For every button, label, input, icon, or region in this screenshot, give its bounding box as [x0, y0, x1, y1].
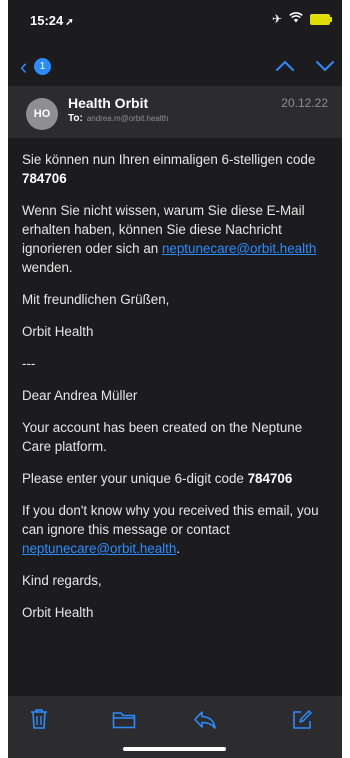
nav-bar: ‹ 1: [8, 52, 342, 82]
trash-icon[interactable]: [30, 708, 48, 730]
en-code: 784706: [247, 471, 293, 486]
compose-icon[interactable]: [291, 709, 313, 731]
email-body: Sie können nun Ihren einmaligen 6-stelli…: [22, 150, 334, 635]
en-code-intro: Please enter your unique 6-digit code: [22, 471, 244, 486]
avatar[interactable]: HO: [26, 98, 58, 130]
de-code-paragraph: Sie können nun Ihren einmaligen 6-stelli…: [22, 150, 334, 188]
en-greeting: Dear Andrea Müller: [22, 388, 138, 403]
airplane-icon: ✈: [271, 12, 282, 26]
wifi-icon: [289, 12, 303, 26]
status-time-text: 15:24: [30, 13, 64, 28]
de-code-intro: Sie können nun Ihren einmaligen 6-stelli…: [22, 152, 316, 167]
en-email-link[interactable]: neptunecare@orbit.health: [22, 541, 176, 556]
mail-screen: 15:24 ➚ ✈ ‹ 1 HO Health Orbit To: andrea.m…: [8, 0, 342, 758]
en-code-paragraph: Please enter your unique 6-digit code 78…: [22, 469, 334, 488]
separator-line: ---: [22, 356, 36, 371]
de-help-paragraph: Wenn Sie nicht wissen, warum Sie diese E…: [22, 201, 334, 277]
status-icons: ✈: [271, 12, 332, 26]
status-bar: 15:24 ➚ ✈: [8, 0, 342, 40]
en-help-paragraph: If you don't know why you received this …: [22, 501, 334, 558]
folder-icon[interactable]: [112, 711, 136, 729]
de-code: 784706: [22, 171, 67, 186]
de-regards: Mit freundlichen Grüßen,: [22, 292, 170, 307]
en-created: Your account has been created on the Nep…: [22, 420, 303, 454]
email-header: HO Health Orbit To: andrea.m@orbit.health…: [8, 86, 342, 138]
message-nav: [274, 56, 336, 76]
location-arrow-icon: ➚: [65, 17, 74, 28]
en-regards: Kind regards,: [22, 573, 102, 588]
next-message-icon[interactable]: [314, 56, 336, 76]
battery-charging-icon: [310, 13, 332, 25]
de-signature: Orbit Health: [22, 324, 94, 339]
home-indicator[interactable]: [123, 747, 226, 751]
email-date: 20.12.22: [281, 96, 328, 110]
en-help-text: If you don't know why you received this …: [22, 503, 319, 537]
recipient-line[interactable]: To: andrea.m@orbit.health: [68, 113, 168, 124]
back-chevron-icon[interactable]: ‹: [20, 56, 27, 78]
sender-name[interactable]: Health Orbit: [68, 95, 148, 111]
previous-message-icon[interactable]: [274, 56, 296, 76]
status-time: 15:24 ➚: [30, 13, 74, 28]
en-signature: Orbit Health: [22, 605, 94, 620]
unread-badge[interactable]: 1: [34, 58, 51, 75]
reply-icon[interactable]: [193, 710, 217, 730]
phone-frame: 15:24 ➚ ✈ ‹ 1 HO Health Orbit To: andrea.m…: [0, 0, 350, 758]
de-help-post: wenden.: [22, 260, 73, 275]
recipient-address[interactable]: andrea.m@orbit.health: [87, 114, 169, 123]
to-label: To:: [68, 113, 83, 124]
en-help-post: .: [176, 541, 181, 556]
de-email-link[interactable]: neptunecare@orbit.health: [162, 241, 316, 256]
